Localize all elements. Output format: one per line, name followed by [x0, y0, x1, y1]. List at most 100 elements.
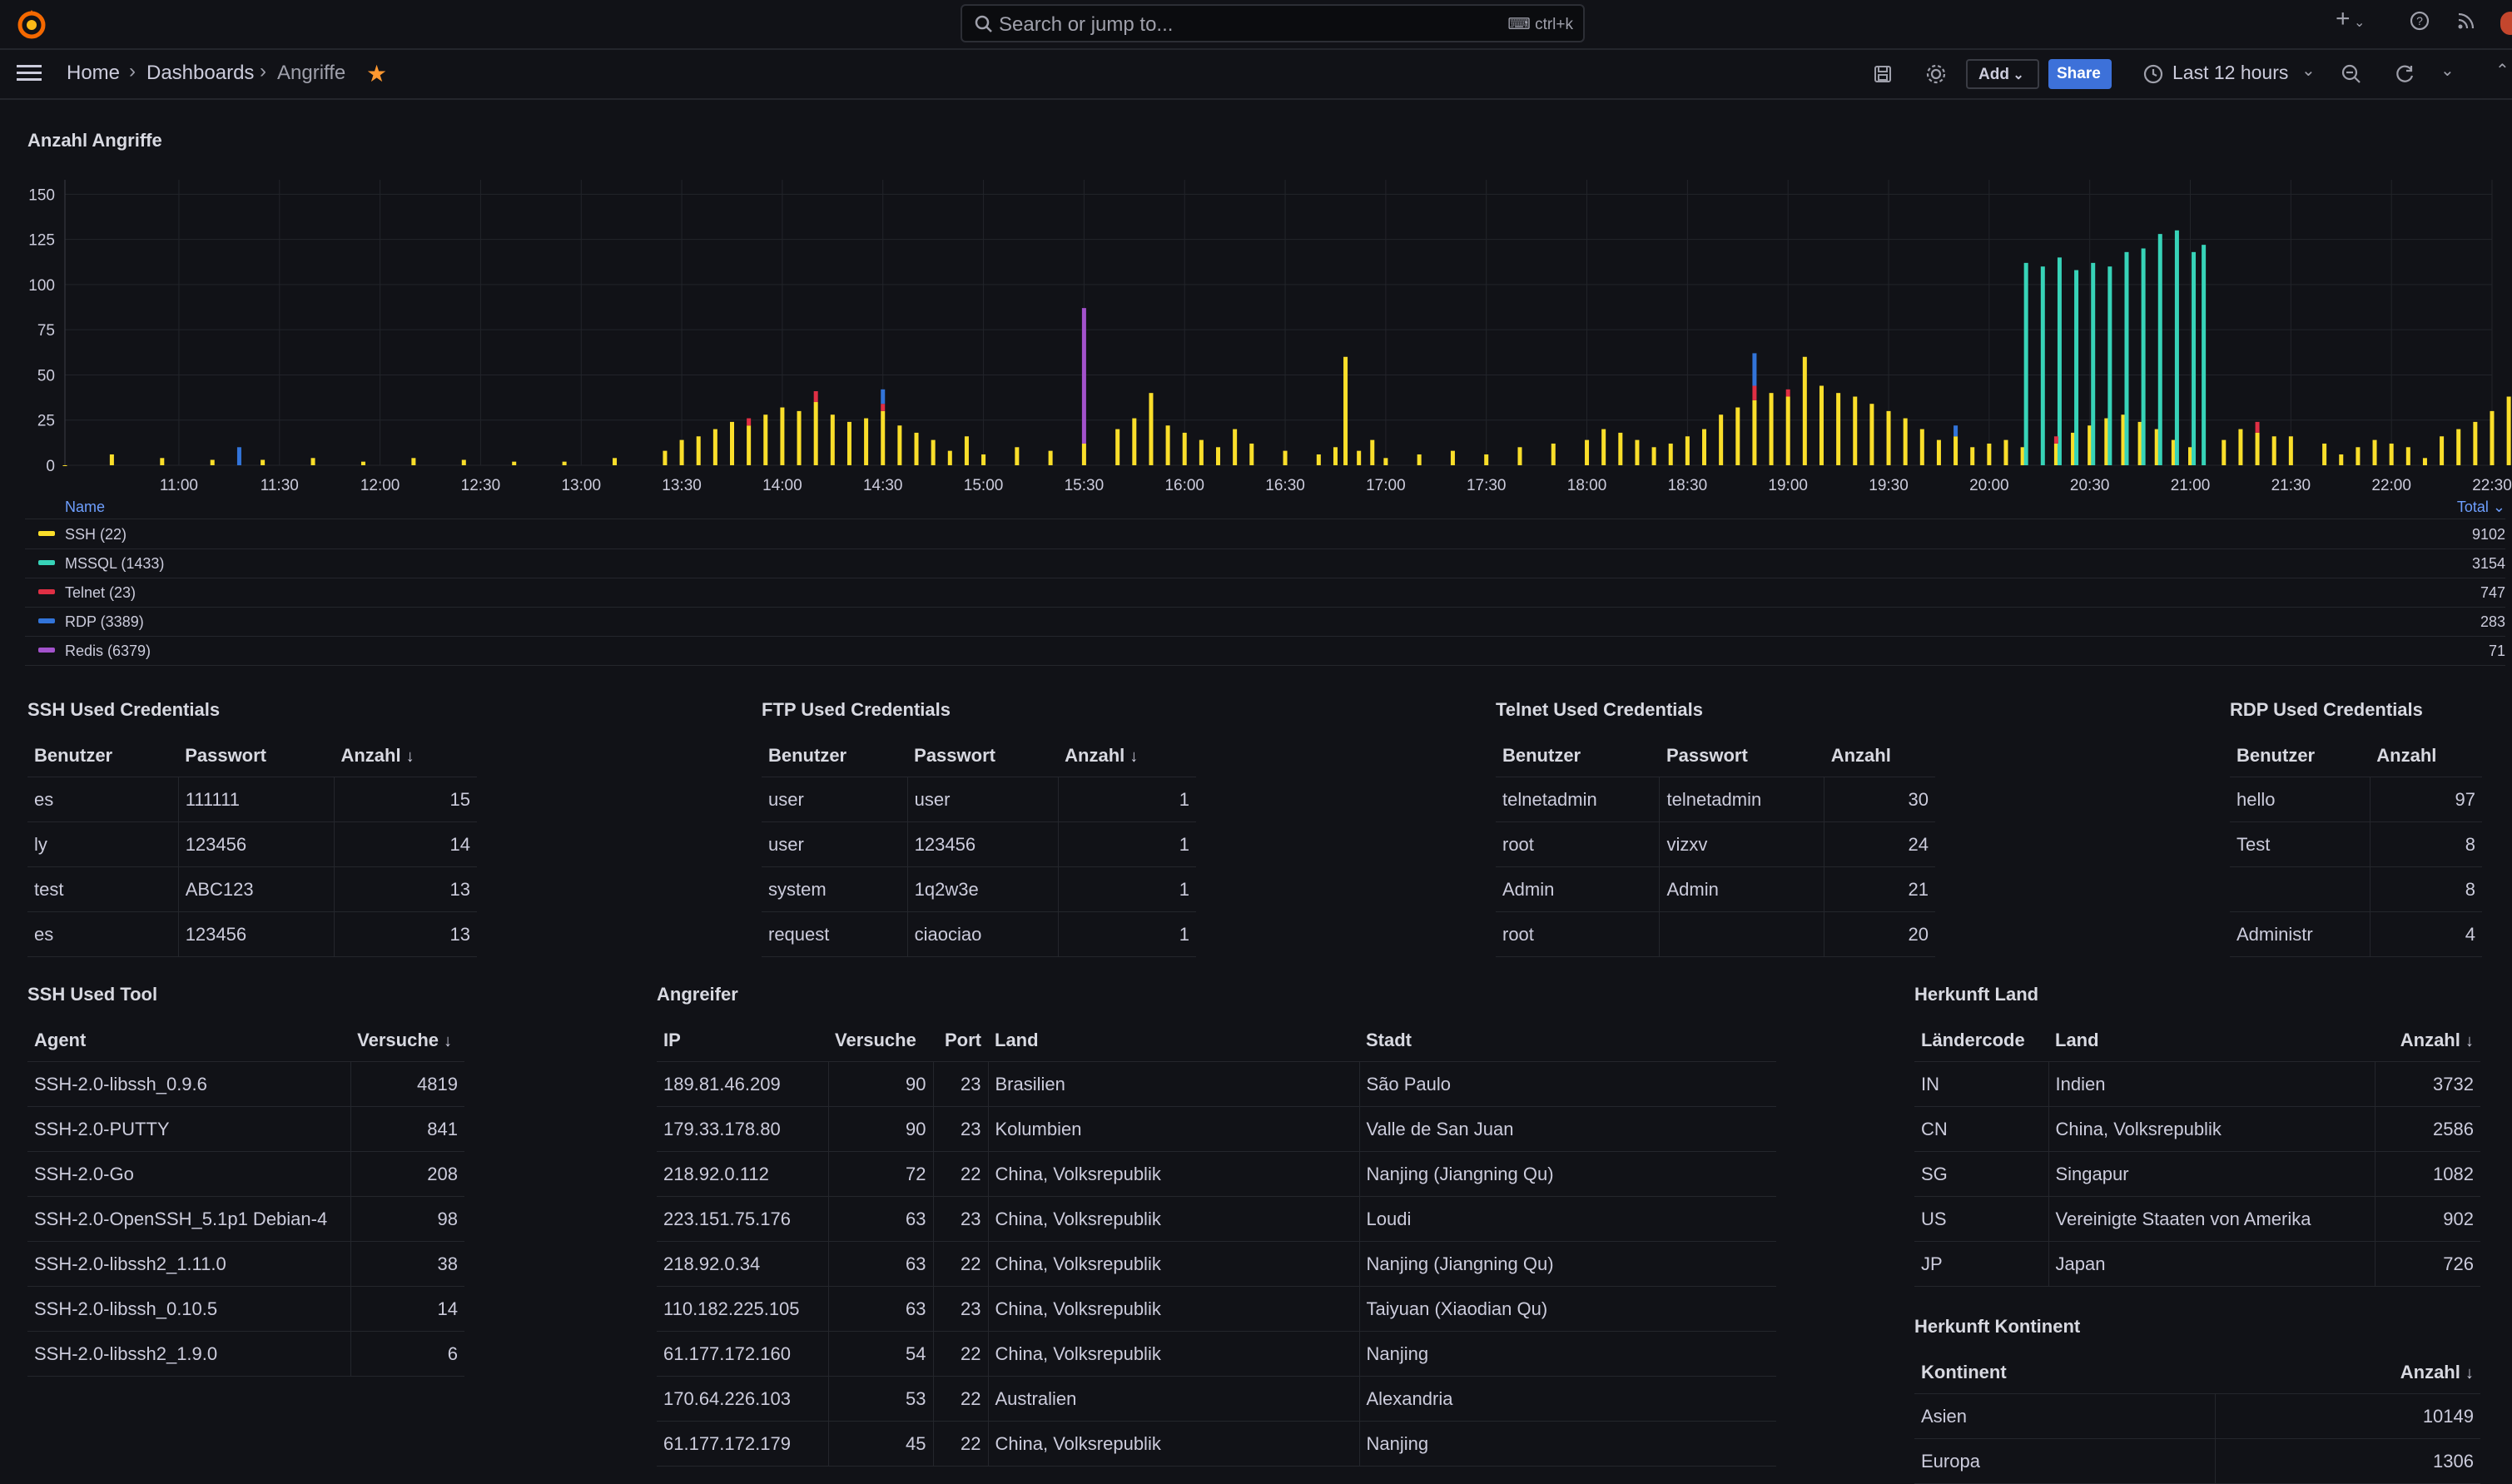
column-header[interactable]: Benutzer — [762, 735, 908, 777]
chevron-down-icon[interactable]: ⌄ — [2301, 60, 2316, 81]
table-cell: Nanjing (Jiangning Qu) — [1359, 1151, 1776, 1197]
table-cell: 123456 — [907, 821, 1059, 867]
save-icon[interactable] — [1873, 64, 1893, 84]
time-range-picker[interactable]: Last 12 hours — [2172, 62, 2288, 84]
table-cell: 23 — [933, 1286, 989, 1332]
column-header[interactable]: Benutzer — [27, 735, 179, 777]
legend-item[interactable]: RDP (3389) 283 — [25, 608, 2505, 637]
column-header[interactable]: Stadt — [1359, 1020, 1776, 1062]
column-header[interactable]: Passwort — [178, 735, 335, 777]
star-icon[interactable]: ★ — [366, 60, 387, 87]
column-header[interactable]: Anzahl ↓ — [334, 735, 477, 777]
column-header[interactable]: Benutzer — [2230, 735, 2371, 777]
legend-swatch — [38, 531, 55, 536]
legend-total-header[interactable]: Total ⌄ — [2457, 499, 2505, 516]
origin-country-title: Herkunft Land — [1914, 984, 2039, 1005]
chevron-down-icon[interactable]: ⌄ — [2440, 60, 2455, 81]
chart-bar — [964, 436, 969, 465]
column-header[interactable]: Passwort — [907, 735, 1059, 777]
table-cell: 170.64.226.103 — [657, 1376, 829, 1422]
chart-bar — [1383, 458, 1388, 465]
table-cell: 63 — [828, 1196, 934, 1242]
column-header[interactable]: Anzahl — [2370, 735, 2482, 777]
table-cell: telnetadmin — [1659, 777, 1825, 822]
user-avatar-icon[interactable] — [2500, 12, 2512, 35]
table-cell: root — [1496, 821, 1661, 867]
table-cell: 1306 — [2215, 1438, 2480, 1484]
zoom-out-icon[interactable] — [2341, 63, 2362, 85]
rss-icon[interactable] — [2455, 10, 2477, 36]
table-cell: 4819 — [350, 1061, 464, 1107]
table-cell: ciaociao — [907, 911, 1059, 957]
plus-icon[interactable]: + ⌄ — [2336, 5, 2365, 33]
column-header[interactable]: Passwort — [1659, 735, 1824, 777]
chart-bar — [2192, 251, 2197, 465]
chart-bar — [1936, 439, 1941, 465]
chart-bar — [2124, 251, 2129, 465]
table-cell: 22 — [933, 1331, 989, 1377]
grafana-logo-icon[interactable] — [15, 8, 48, 42]
help-icon[interactable]: ? — [2409, 10, 2430, 36]
chart-bar — [62, 465, 67, 466]
table-cell: 841 — [350, 1106, 464, 1152]
menu-icon[interactable] — [17, 63, 42, 83]
table-cell: 1 — [1058, 777, 1196, 822]
gear-icon[interactable] — [1924, 62, 1948, 86]
legend-total: 747 — [2480, 584, 2505, 601]
x-tick-label: 14:30 — [863, 477, 903, 494]
table-cell: Loudi — [1359, 1196, 1776, 1242]
legend-item[interactable]: Telnet (23) 747 — [25, 578, 2505, 608]
chevron-up-icon[interactable]: ⌃ — [2495, 60, 2510, 81]
x-tick-label: 12:00 — [360, 477, 400, 494]
chart-bar — [2174, 230, 2179, 465]
column-header[interactable]: IP — [657, 1020, 828, 1062]
column-header[interactable]: Anzahl ↓ — [2215, 1352, 2480, 1394]
table-cell: 4 — [2370, 911, 2482, 957]
column-header[interactable]: Land — [2048, 1020, 2375, 1062]
column-header-label: Anzahl — [340, 745, 401, 766]
table-cell: SSH-2.0-libssh2_1.11.0 — [27, 1241, 351, 1287]
column-header[interactable]: Versuche ↓ — [350, 1020, 464, 1062]
legend-total: 283 — [2480, 613, 2505, 630]
chart-bar — [1199, 439, 1204, 465]
column-header[interactable]: Ländercode — [1914, 1020, 2048, 1062]
table-row: 218.92.0.112 72 22 China, Volksrepublik Nanj… — [657, 1151, 1776, 1197]
table-cell: 189.81.46.209 — [657, 1061, 829, 1107]
column-header[interactable]: Benutzer — [1496, 735, 1660, 777]
refresh-icon[interactable] — [2394, 63, 2415, 85]
x-tick-label: 21:00 — [2171, 477, 2211, 494]
breadcrumb-home[interactable]: Home — [67, 62, 120, 85]
chart-bar — [729, 421, 734, 465]
search-input[interactable]: Search or jump to... ⌨ ctrl+k — [961, 4, 1585, 42]
chart-bar — [461, 459, 466, 465]
column-header[interactable]: Anzahl ↓ — [2375, 1020, 2480, 1062]
column-header[interactable]: Kontinent — [1914, 1352, 2215, 1394]
chart-bar — [261, 459, 266, 465]
table-cell: Vereinigte Staaten von Amerika — [2048, 1196, 2376, 1242]
breadcrumb-dashboards[interactable]: Dashboards — [146, 62, 254, 85]
column-header[interactable]: Anzahl ↓ — [1058, 735, 1196, 777]
legend-item[interactable]: SSH (22) 9102 — [25, 520, 2505, 549]
column-header[interactable]: Anzahl — [1824, 735, 1935, 777]
column-header[interactable]: Land — [988, 1020, 1359, 1062]
table-cell: 3732 — [2375, 1061, 2480, 1107]
table-cell: Taiyuan (Xiaodian Qu) — [1359, 1286, 1776, 1332]
legend-item[interactable]: Redis (6379) 71 — [25, 637, 2505, 666]
table-cell: 14 — [334, 821, 477, 867]
legend-item[interactable]: MSSQL (1433) 3154 — [25, 549, 2505, 578]
share-button[interactable]: Share — [2048, 59, 2112, 89]
table-row: root 20 — [1496, 911, 1935, 957]
chart-bar — [864, 418, 869, 465]
column-header[interactable]: Port — [933, 1020, 988, 1062]
table-row: es 123456 13 — [27, 911, 477, 957]
table-row: SSH-2.0-libssh_0.9.6 4819 — [27, 1061, 464, 1107]
column-header[interactable]: Agent — [27, 1020, 351, 1062]
chart-bar — [2238, 429, 2243, 465]
x-tick-label: 16:00 — [1164, 477, 1204, 494]
add-button[interactable]: Add ⌄ — [1966, 59, 2039, 89]
table-row: JP Japan 726 — [1914, 1241, 2480, 1287]
column-header[interactable]: Versuche — [828, 1020, 933, 1062]
legend-name-header[interactable]: Name — [65, 499, 105, 516]
legend-name: Redis (6379) — [65, 643, 151, 659]
chart-bar — [881, 389, 886, 405]
